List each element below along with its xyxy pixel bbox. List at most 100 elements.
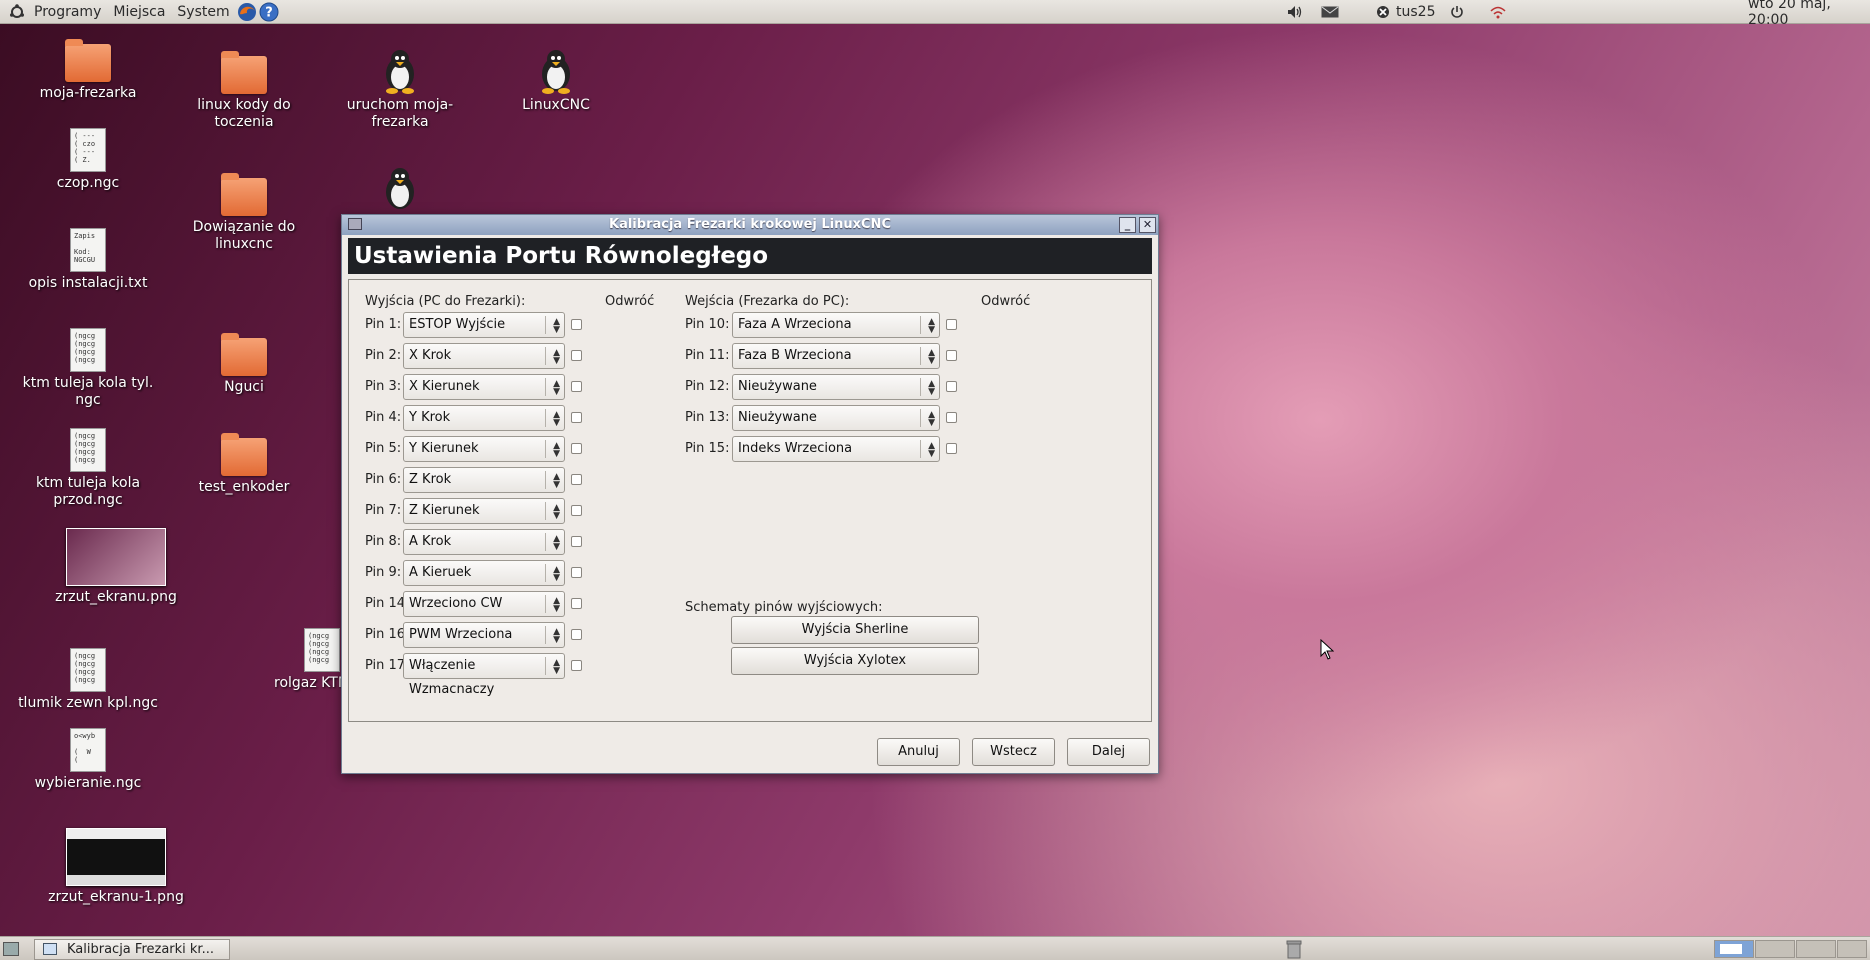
desktop-icon-test-enkoder[interactable]: test_enkoder xyxy=(174,433,314,496)
updown-arrow-icon: ▲ ▼ xyxy=(928,348,935,366)
input-pin-select[interactable]: Nieużywane ▲ ▼ xyxy=(732,374,940,400)
volume-icon[interactable] xyxy=(1284,1,1306,23)
combo-separator xyxy=(545,316,546,334)
workspace-4[interactable] xyxy=(1837,940,1867,958)
desktop-icon-tlumik[interactable]: (ngcg (ngcg (ngcg (ngcg tlumik zewn kpl.… xyxy=(18,648,158,712)
desktop-icon-nguci[interactable]: Nguci xyxy=(174,333,314,396)
output-invert-checkbox[interactable] xyxy=(571,443,582,454)
output-invert-checkbox[interactable] xyxy=(571,381,582,392)
penguin-icon xyxy=(386,168,414,209)
output-invert-checkbox[interactable] xyxy=(571,598,582,609)
output-pin-select[interactable]: ESTOP Wyjście ▲ ▼ xyxy=(403,312,565,338)
input-pin-select[interactable]: Nieużywane ▲ ▼ xyxy=(732,405,940,431)
output-invert-checkbox[interactable] xyxy=(571,629,582,640)
menu-miejsca[interactable]: Miejsca xyxy=(107,0,171,24)
desktop-icon-uruchom[interactable]: uruchom moja- frezarka xyxy=(330,48,470,131)
output-pin-select[interactable]: A Krok ▲ ▼ xyxy=(403,529,565,555)
desktop-icon-linux-kody[interactable]: linux kody do toczenia xyxy=(174,51,314,131)
desktop-icon-zrzut-ekranu-1[interactable]: zrzut_ekranu-1.png xyxy=(46,828,186,906)
user-status-icon[interactable] xyxy=(1372,1,1394,23)
desktop-icon-ktm-tuleja-przod[interactable]: (ngcg (ngcg (ngcg (ngcg ktm tuleja kola … xyxy=(18,428,158,509)
combo-separator xyxy=(545,564,546,582)
window-titlebar[interactable]: Kalibracja Frezarki krokowej LinuxCNC _ … xyxy=(342,215,1158,235)
workspace-2[interactable] xyxy=(1755,940,1795,958)
output-invert-checkbox[interactable] xyxy=(571,319,582,330)
window-menu-icon[interactable] xyxy=(348,218,362,230)
output-pin-select[interactable]: Y Kierunek ▲ ▼ xyxy=(403,436,565,462)
desktop-icon-moja-frezarka[interactable]: moja-frezarka xyxy=(18,39,158,102)
output-pin-select[interactable]: Z Krok ▲ ▼ xyxy=(403,467,565,493)
cancel-button[interactable]: Anuluj xyxy=(877,738,960,766)
output-pin-select[interactable]: PWM Wrzeciona ▲ ▼ xyxy=(403,622,565,648)
output-pin-select[interactable]: A Kieruek ▲ ▼ xyxy=(403,560,565,586)
output-invert-checkbox[interactable] xyxy=(571,567,582,578)
desktop-icon-czop[interactable]: ( --- ( czo ( --- ( Z. czop.ngc xyxy=(18,128,158,192)
output-pin-select[interactable]: X Krok ▲ ▼ xyxy=(403,343,565,369)
close-icon[interactable]: ✕ xyxy=(1139,217,1156,233)
workspace-3[interactable] xyxy=(1796,940,1836,958)
firefox-icon[interactable] xyxy=(236,1,258,23)
input-pin-value: Nieużywane xyxy=(738,379,817,394)
input-invert-checkbox[interactable] xyxy=(946,381,957,392)
menu-programy[interactable]: Programy xyxy=(28,0,107,24)
output-invert-checkbox[interactable] xyxy=(571,536,582,547)
mail-icon[interactable] xyxy=(1319,1,1341,23)
output-invert-checkbox[interactable] xyxy=(571,350,582,361)
desktop-icon-ktm-tuleja-tyl[interactable]: (ngcg (ngcg (ngcg (ngcg ktm tuleja kola … xyxy=(18,328,158,409)
help-icon[interactable]: ? xyxy=(258,1,280,23)
output-pin-label: Pin 3: xyxy=(365,379,402,394)
image-thumbnail-icon xyxy=(66,828,166,886)
clock[interactable]: wto 20 maj, 20:00 xyxy=(1748,0,1870,28)
ubuntu-logo-icon[interactable] xyxy=(6,1,28,23)
input-invert-checkbox[interactable] xyxy=(946,443,957,454)
next-button[interactable]: Dalej xyxy=(1067,738,1150,766)
xylotex-outputs-button[interactable]: Wyjścia Xylotex xyxy=(731,647,979,675)
user-name[interactable]: tus25 xyxy=(1396,4,1435,20)
output-pin-label: Pin 1: xyxy=(365,317,402,332)
network-icon[interactable] xyxy=(1487,1,1509,23)
sherline-outputs-button[interactable]: Wyjścia Sherline xyxy=(731,616,979,644)
output-invert-checkbox[interactable] xyxy=(571,412,582,423)
desktop-icon-linuxcnc[interactable]: LinuxCNC xyxy=(486,48,626,114)
output-invert-checkbox[interactable] xyxy=(571,660,582,671)
combo-separator xyxy=(545,533,546,551)
output-pin-select[interactable]: Y Krok ▲ ▼ xyxy=(403,405,565,431)
show-desktop-icon[interactable] xyxy=(3,942,19,956)
penguin-icon xyxy=(386,50,414,94)
updown-arrow-icon: ▲ ▼ xyxy=(553,441,560,459)
trash-icon[interactable] xyxy=(1284,939,1304,959)
page-title: Ustawienia Portu Równoległego xyxy=(348,238,1152,274)
output-pin-label: Pin 5: xyxy=(365,441,402,456)
parallel-port-settings: Wyjścia (PC do Frezarki): Odwróć Wejścia… xyxy=(348,279,1152,722)
output-pin-select[interactable]: X Kierunek ▲ ▼ xyxy=(403,374,565,400)
updown-arrow-icon: ▲ ▼ xyxy=(553,317,560,335)
output-pin-select[interactable]: Wrzeciono CW ▲ ▼ xyxy=(403,591,565,617)
input-pin-select[interactable]: Indeks Wrzeciona ▲ ▼ xyxy=(732,436,940,462)
workspace-1[interactable] xyxy=(1714,940,1754,958)
output-pin-label: Pin 6: xyxy=(365,472,402,487)
output-pin-select[interactable]: Włączenie Wzmacnaczy ▲ ▼ xyxy=(403,653,565,697)
output-invert-checkbox[interactable] xyxy=(571,505,582,516)
back-button[interactable]: Wstecz xyxy=(972,738,1055,766)
desktop-icon-zrzut-ekranu[interactable]: zrzut_ekranu.png xyxy=(46,528,186,606)
desktop-icon-opis-instalacji[interactable]: Zapis Kod: NGCGU opis instalacji.txt xyxy=(18,228,158,292)
minimize-icon[interactable]: _ xyxy=(1119,217,1136,233)
power-icon[interactable] xyxy=(1446,1,1468,23)
menu-system[interactable]: System xyxy=(171,0,235,24)
input-invert-checkbox[interactable] xyxy=(946,350,957,361)
desktop-icon-rolgaz[interactable]: (ngcg (ngcg (ngcg (ngcg rolgaz KTM xyxy=(254,628,350,692)
input-pin-select[interactable]: Faza B Wrzeciona ▲ ▼ xyxy=(732,343,940,369)
input-pin-select[interactable]: Faza A Wrzeciona ▲ ▼ xyxy=(732,312,940,338)
combo-separator xyxy=(920,347,921,365)
output-invert-checkbox[interactable] xyxy=(571,474,582,485)
output-pin-label: Pin 8: xyxy=(365,534,402,549)
input-invert-checkbox[interactable] xyxy=(946,319,957,330)
text-file-icon: (ngcg (ngcg (ngcg (ngcg xyxy=(70,648,106,692)
input-invert-checkbox[interactable] xyxy=(946,412,957,423)
taskbar-window-button[interactable]: Kalibracja Frezarki kr... xyxy=(34,939,230,960)
desktop-icon-dowiazanie[interactable]: Dowiązanie do linuxcnc xyxy=(174,173,314,253)
desktop-icon-penguin-hidden[interactable] xyxy=(330,166,470,215)
desktop-icon-wybieranie[interactable]: o<wyb ( W ( wybieranie.ngc xyxy=(18,728,158,792)
combo-separator xyxy=(545,595,546,613)
output-pin-select[interactable]: Z Kierunek ▲ ▼ xyxy=(403,498,565,524)
